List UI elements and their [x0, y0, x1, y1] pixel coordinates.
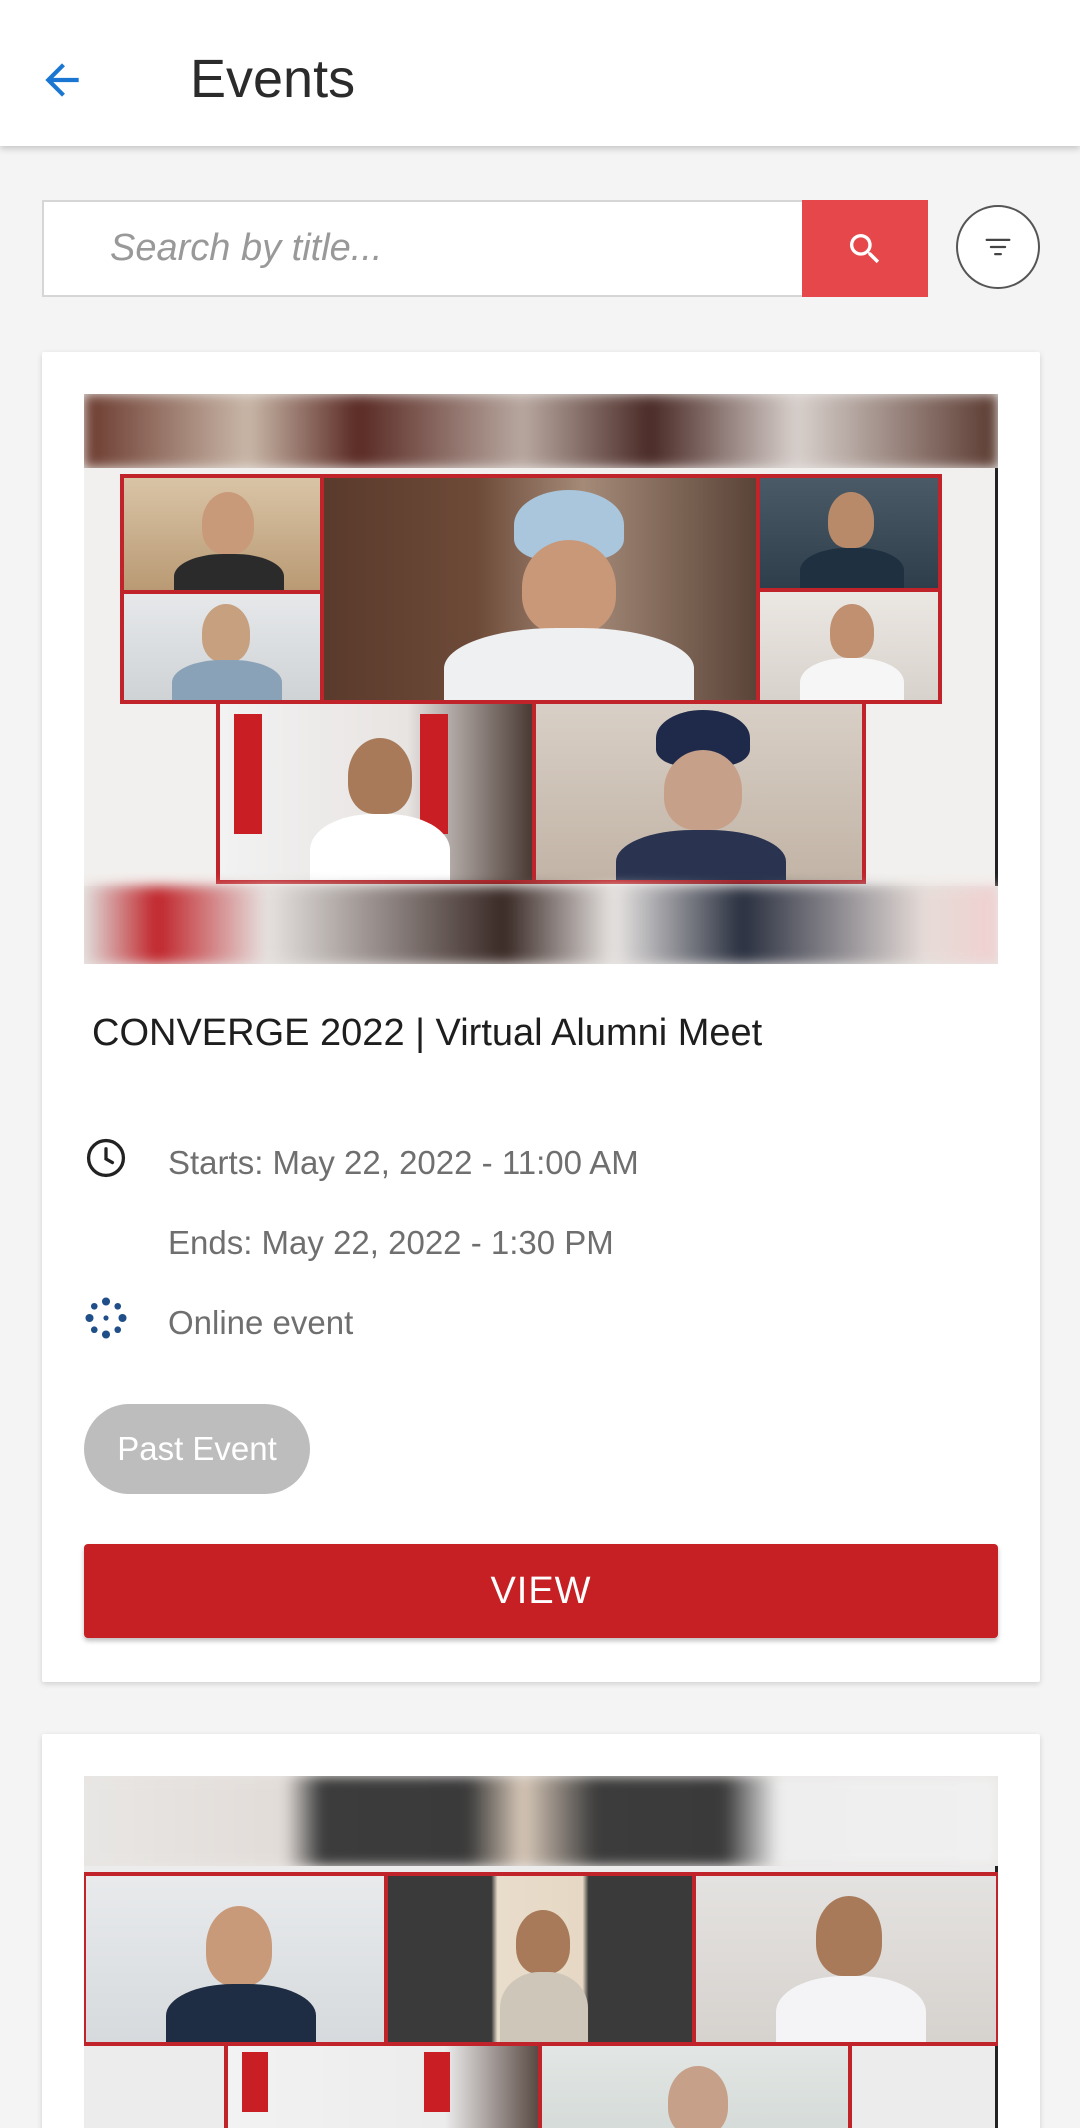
- online-event-icon: [85, 1297, 127, 1339]
- event-image: [84, 1776, 998, 2128]
- search-input[interactable]: [44, 202, 800, 295]
- event-start-time: Starts: May 22, 2022 - 11:00 AM: [168, 1144, 639, 1181]
- filter-button[interactable]: [956, 205, 1040, 289]
- app-bar: Events: [0, 0, 1080, 146]
- search-icon: [850, 233, 880, 263]
- event-mode: Online event: [168, 1304, 354, 1341]
- event-end-time: Ends: May 22, 2022 - 1:30 PM: [168, 1224, 614, 1261]
- event-title: CONVERGE 2022 | Virtual Alumni Meet: [92, 1012, 763, 1054]
- event-image: [84, 394, 998, 964]
- event-card: [42, 1734, 1040, 2128]
- past-event-badge: Past Event: [84, 1404, 310, 1494]
- page-title: Events: [190, 49, 356, 109]
- search-bar: [42, 200, 928, 297]
- clock-icon: [86, 1138, 126, 1178]
- back-button[interactable]: [30, 48, 94, 112]
- view-button[interactable]: VIEW: [84, 1544, 998, 1638]
- arrow-left-icon: [45, 63, 79, 97]
- filter-icon: [985, 238, 1011, 256]
- event-card: CONVERGE 2022 | Virtual Alumni Meet Star…: [42, 352, 1040, 1682]
- search-button[interactable]: [802, 200, 928, 297]
